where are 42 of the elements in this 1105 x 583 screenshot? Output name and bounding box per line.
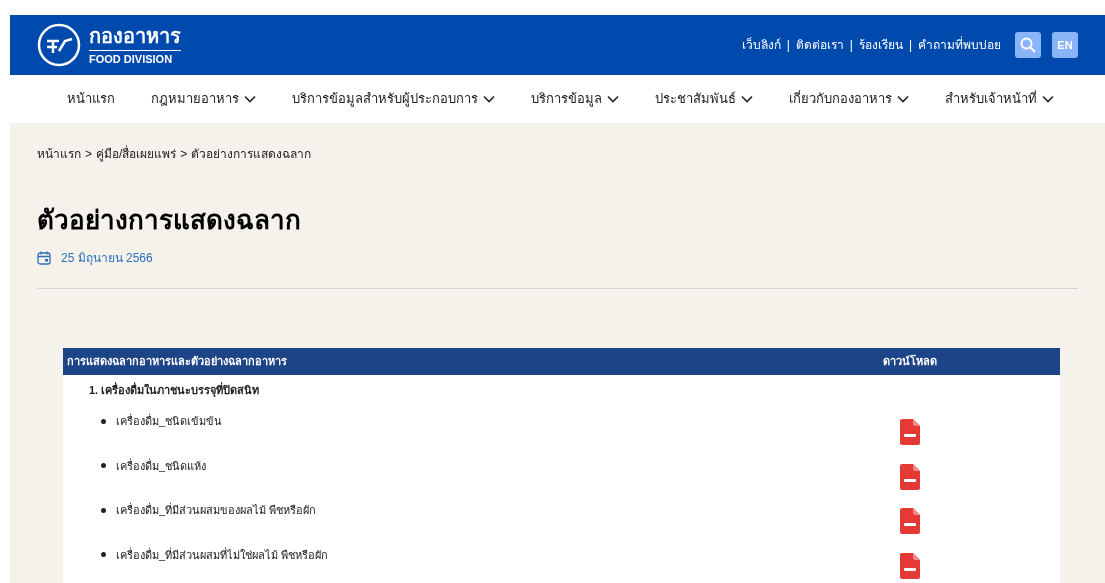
bullet-icon: [101, 418, 106, 424]
page-title: ตัวอย่างการแสดงฉลาก: [37, 204, 302, 237]
column-header: การแสดงฉลากอาหารและตัวอย่างฉลากอาหาร: [63, 348, 760, 375]
nav-item[interactable]: บริการข้อมูล: [531, 89, 619, 109]
section-heading: 1. เครื่องดื่มในภาชนะบรรจุที่ปิดสนิท: [89, 383, 260, 396]
link-separator: |: [908, 37, 912, 54]
breadcrumb-link[interactable]: หน้าแรก: [37, 145, 81, 163]
pdf-file-icon[interactable]: [900, 419, 920, 445]
nav-item[interactable]: บริการข้อมูลสำหรับผู้ประกอบการ: [292, 89, 495, 109]
link-separator: |: [849, 37, 853, 54]
bullet-icon: [101, 507, 106, 513]
nav-item[interactable]: สำหรับเจ้าหน้าที่: [945, 89, 1054, 109]
column-header: ดาวน์โหลด: [760, 348, 1060, 375]
nav-item[interactable]: เกี่ยวกับกองอาหาร: [789, 89, 909, 109]
pdf-file-icon[interactable]: [900, 463, 920, 490]
nav-item[interactable]: หน้าแรก: [67, 89, 115, 109]
search-button[interactable]: [1015, 32, 1041, 58]
document-name: เครื่องดื่ม_ที่มีส่วนผสมของผลไม้ พืชหรือผัก: [116, 502, 317, 518]
breadcrumb-link[interactable]: คู่มือ/สื่อเผยแพร่: [96, 145, 177, 163]
breadcrumb-separator: >: [180, 146, 188, 163]
bullet-icon: [101, 463, 106, 469]
header-link[interactable]: เว็บลิงก์: [741, 36, 781, 54]
current-page-label: ตัวอย่างการแสดงฉลาก: [191, 146, 312, 163]
document-name: เครื่องดื่ม_ชนิดแห้ง: [116, 457, 207, 474]
nav-item[interactable]: ประชาสัมพันธ์: [655, 89, 753, 109]
document-name: เครื่องดื่ม_ชนิดเข้มข้น: [116, 413, 223, 429]
document-name: เครื่องดื่ม_ที่มีส่วนผสมที่ไม่ใช่ผลไม้ พืชหรือผัก: [116, 546, 329, 563]
header-link[interactable]: ร้องเรียน: [858, 36, 903, 54]
calendar-icon: [37, 251, 51, 265]
header-link[interactable]: คำถามที่พบบ่อย: [918, 36, 1001, 54]
publish-date: 25 มิถุนายน 2566: [61, 250, 153, 267]
nav-item[interactable]: กฎหมายอาหาร: [151, 89, 256, 109]
breadcrumb-separator: >: [85, 146, 92, 163]
logo-title: กองอาหาร: [89, 23, 181, 51]
link-separator: |: [786, 37, 790, 54]
logo-subtitle: FOOD DIVISION: [89, 51, 174, 67]
header-link[interactable]: ติดต่อเรา: [795, 36, 844, 54]
pdf-file-icon[interactable]: [900, 552, 920, 579]
logo-icon: [37, 23, 81, 67]
search-icon: [1020, 37, 1036, 53]
bullet-icon: [101, 552, 106, 558]
pdf-file-icon[interactable]: [900, 508, 920, 534]
